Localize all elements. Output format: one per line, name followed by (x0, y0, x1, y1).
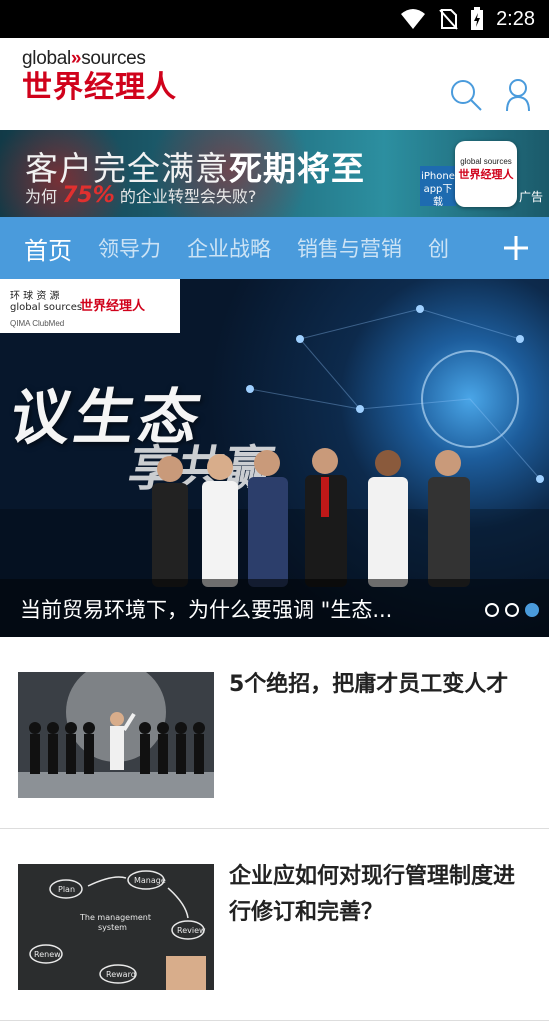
user-icon[interactable] (505, 78, 531, 112)
category-tabs: 首页 领导力 企业战略 销售与营销 创 (0, 217, 549, 279)
tab-strategy[interactable]: 企业战略 (187, 233, 271, 263)
app-logo[interactable]: global»sources 世界经理人 (22, 48, 177, 104)
strip-sponsors: QIMA ClubMed (10, 319, 65, 328)
svg-text:Manage: Manage (134, 876, 166, 885)
strip-cn: 世界经理人 (80, 299, 146, 314)
ad-app-en: global sources (460, 157, 512, 166)
carousel-indicator (485, 603, 539, 617)
featured-carousel[interactable]: 环 球 资 源 global sources 世界经理人 QIMA ClubMe… (0, 279, 549, 637)
battery-charging-icon (471, 7, 484, 30)
carousel-caption: 当前贸易环境下，为什么要强调 "生态... (0, 579, 549, 637)
wifi-icon (401, 9, 426, 29)
ad-tag: 广告 (518, 190, 543, 204)
svg-text:Reward: Reward (106, 970, 136, 979)
article-thumbnail (18, 672, 214, 798)
search-icon[interactable] (449, 78, 483, 112)
logo-english: global»sources (22, 48, 146, 69)
article-title: 企业应如何对现行管理制度进行修订和完善？ (229, 864, 516, 925)
logo-en-part2: sources (81, 48, 146, 69)
carousel-dot-2[interactable] (505, 603, 519, 617)
carousel-caption-text[interactable]: 当前贸易环境下，为什么要强调 "生态... (20, 594, 392, 624)
article-thumbnail: Plan Manage Review Reward Renew The manage… (18, 864, 214, 990)
logo-chinese: 世界经理人 (22, 70, 177, 105)
tab-sales-marketing[interactable]: 销售与营销 (297, 233, 402, 263)
svg-text:Review: Review (177, 926, 206, 935)
article-title: 5个绝招，把庸才员工变人才 (229, 672, 509, 697)
ad-app-icon: global sources 世界经理人 (455, 141, 517, 207)
event-sponsor-strip: 环 球 资 源 global sources 世界经理人 QIMA ClubMe… (0, 279, 180, 333)
logo-en-part1: global (22, 48, 71, 69)
svg-text:The management: The management (79, 913, 151, 922)
clock: 2:28 (496, 7, 535, 30)
ad-subline-percent: 75% (62, 183, 115, 208)
ad-subline-pre: 为何 (25, 187, 58, 206)
tab-leadership[interactable]: 领导力 (98, 233, 161, 263)
no-sim-icon (439, 9, 458, 30)
people-photo (152, 448, 470, 587)
app-header: global»sources 世界经理人 (0, 38, 549, 130)
svg-text:Renew: Renew (34, 950, 61, 959)
tab-more-partial[interactable]: 创 (428, 233, 449, 263)
svg-text:system: system (98, 923, 127, 932)
carousel-dot-3-active[interactable] (525, 603, 539, 617)
carousel-dot-1[interactable] (485, 603, 499, 617)
ad-app-cn: 世界经理人 (458, 168, 514, 181)
tab-home[interactable]: 首页 (24, 231, 72, 266)
ad-subline-post: 的企业转型会失败? (119, 187, 257, 206)
list-item[interactable]: Plan Manage Review Reward Renew The manage… (0, 829, 549, 1021)
svg-text:Plan: Plan (58, 885, 75, 894)
article-list: 5个绝招，把庸才员工变人才 Plan Manage Review Reward Re… (0, 637, 549, 1021)
ad-banner[interactable]: 客户完全满意死期将至 为何 75% 的企业转型会失败? iPhone app下载… (0, 130, 549, 217)
add-category-icon[interactable] (501, 233, 531, 263)
ad-iphone-label: iPhone app下载 (420, 166, 456, 208)
status-bar: 2:28 (0, 0, 549, 38)
ad-subline: 为何 75% 的企业转型会失败? (25, 183, 256, 208)
list-item[interactable]: 5个绝招，把庸才员工变人才 (0, 637, 549, 829)
